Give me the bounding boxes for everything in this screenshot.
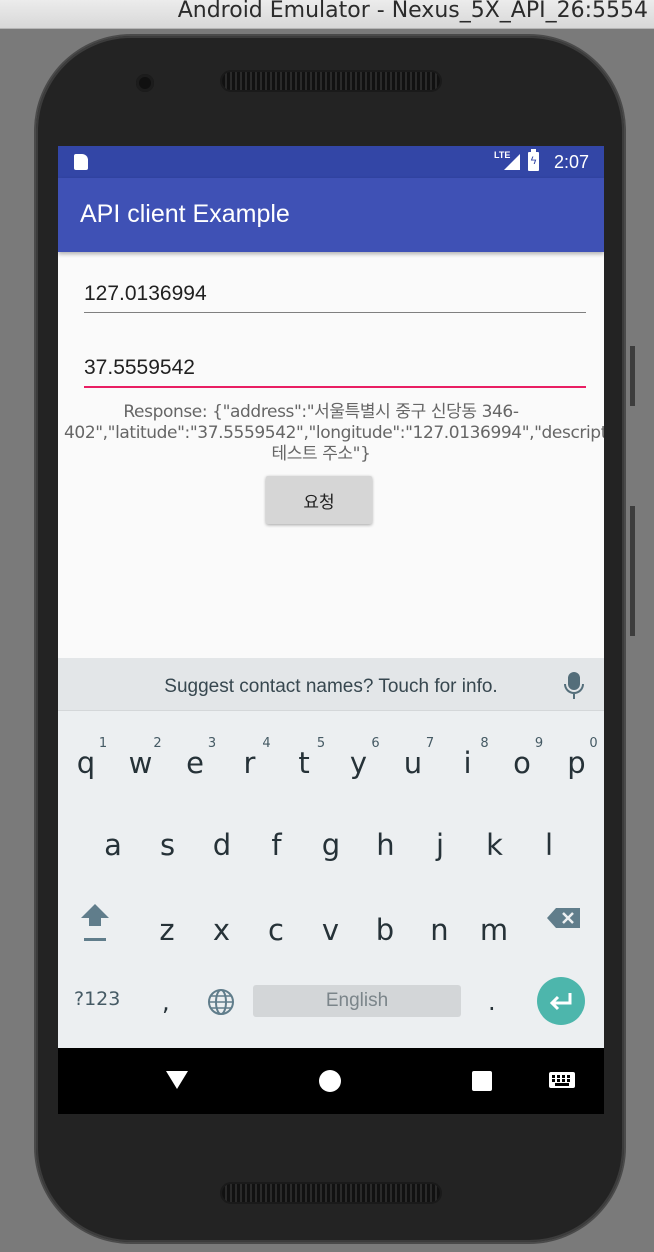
microphone-icon[interactable] bbox=[564, 672, 584, 699]
back-icon[interactable] bbox=[166, 1071, 188, 1089]
key-t[interactable]: t bbox=[277, 746, 331, 780]
longitude-field[interactable] bbox=[84, 282, 586, 313]
key-s[interactable]: s bbox=[141, 828, 195, 862]
field-underline-focused bbox=[84, 386, 586, 388]
symbols-key[interactable]: ?123 bbox=[74, 988, 120, 1010]
key-hint-4: 4 bbox=[262, 736, 271, 751]
latitude-field[interactable] bbox=[84, 356, 586, 388]
key-z[interactable]: z bbox=[140, 913, 194, 947]
status-bar: LTE ϟ 2:07 bbox=[58, 146, 604, 178]
response-text: Response: {"address":"서울특별시 중구 신당동 346-4… bbox=[64, 402, 604, 464]
key-k[interactable]: k bbox=[468, 828, 522, 862]
shift-icon[interactable] bbox=[78, 898, 112, 948]
power-button[interactable] bbox=[630, 346, 635, 406]
request-button[interactable]: 요청 bbox=[266, 476, 372, 524]
app-bar: API client Example bbox=[58, 178, 604, 252]
key-hint-9: 9 bbox=[534, 736, 544, 751]
suggestion-text[interactable]: Suggest contact names? Touch for info. bbox=[58, 676, 604, 698]
enter-button[interactable] bbox=[537, 977, 585, 1025]
key-y[interactable]: y bbox=[332, 746, 386, 780]
bottom-speaker-grille bbox=[222, 1184, 440, 1202]
device-screen: LTE ϟ 2:07 API client Example Response: … bbox=[58, 146, 604, 1114]
key-x[interactable]: x bbox=[195, 913, 249, 947]
key-hint-0: 0 bbox=[589, 736, 598, 751]
soft-keyboard: Suggest contact names? Touch for info. q… bbox=[58, 658, 604, 1048]
key-d[interactable]: d bbox=[195, 828, 249, 862]
signal-icon bbox=[504, 154, 520, 170]
key-m[interactable]: m bbox=[467, 913, 521, 947]
space-bar[interactable]: English bbox=[253, 985, 461, 1017]
front-camera bbox=[136, 74, 154, 92]
battery-charging-icon: ϟ bbox=[528, 149, 539, 171]
key-hint-6: 6 bbox=[371, 736, 380, 751]
volume-button[interactable] bbox=[630, 506, 635, 636]
key-q[interactable]: q bbox=[59, 746, 113, 780]
key-hint-1: 1 bbox=[98, 736, 108, 751]
longitude-input[interactable] bbox=[84, 282, 586, 306]
period-key[interactable]: . bbox=[488, 988, 496, 1016]
field-underline bbox=[84, 312, 586, 313]
top-speaker-grille bbox=[222, 72, 440, 90]
key-hint-7: 7 bbox=[425, 736, 435, 751]
window-title: Android Emulator - Nexus_5X_API_26:5554 bbox=[177, 0, 648, 23]
globe-icon[interactable] bbox=[206, 987, 236, 1017]
status-time: 2:07 bbox=[554, 152, 590, 172]
key-n[interactable]: n bbox=[413, 913, 467, 947]
key-b[interactable]: b bbox=[358, 913, 412, 947]
key-hint-5: 5 bbox=[316, 736, 326, 751]
key-e[interactable]: e bbox=[168, 746, 222, 780]
key-hint-8: 8 bbox=[480, 736, 489, 751]
comma-key[interactable]: , bbox=[162, 988, 170, 1016]
app-title: API client Example bbox=[80, 200, 290, 228]
key-u[interactable]: u bbox=[386, 746, 440, 780]
key-f[interactable]: f bbox=[250, 828, 304, 862]
key-j[interactable]: j bbox=[413, 828, 467, 862]
key-hint-3: 3 bbox=[207, 736, 217, 751]
recent-apps-icon[interactable] bbox=[472, 1071, 492, 1091]
key-o[interactable]: o bbox=[495, 746, 549, 780]
key-h[interactable]: h bbox=[359, 828, 413, 862]
key-a[interactable]: a bbox=[86, 828, 140, 862]
key-g[interactable]: g bbox=[304, 828, 358, 862]
latitude-input[interactable] bbox=[84, 356, 586, 380]
key-i[interactable]: i bbox=[441, 746, 495, 780]
key-v[interactable]: v bbox=[304, 913, 358, 947]
sd-card-icon bbox=[74, 154, 88, 170]
key-p[interactable]: p bbox=[550, 746, 604, 780]
suggestion-strip[interactable]: Suggest contact names? Touch for info. bbox=[58, 658, 604, 711]
keyboard-switch-icon[interactable] bbox=[549, 1072, 575, 1088]
navigation-bar bbox=[58, 1048, 604, 1114]
key-w[interactable]: w bbox=[114, 746, 168, 780]
key-r[interactable]: r bbox=[223, 746, 277, 780]
backspace-icon[interactable] bbox=[546, 906, 582, 930]
key-hint-2: 2 bbox=[153, 736, 162, 751]
home-icon[interactable] bbox=[319, 1070, 341, 1092]
enter-arrow-icon bbox=[549, 993, 572, 1011]
emulator-title-bar: Android Emulator - Nexus_5X_API_26:5554 bbox=[0, 0, 654, 29]
key-l[interactable]: l bbox=[522, 828, 576, 862]
key-c[interactable]: c bbox=[249, 913, 303, 947]
